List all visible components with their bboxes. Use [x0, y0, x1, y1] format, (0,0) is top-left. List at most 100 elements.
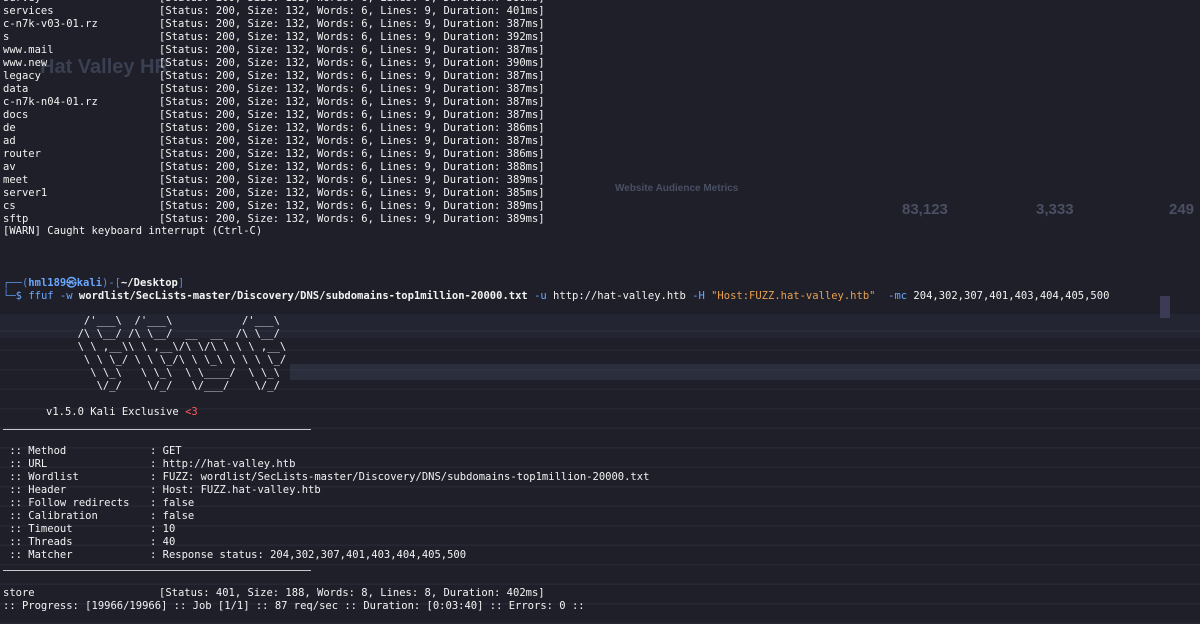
result-word: ad	[3, 135, 16, 147]
logo-line: \ \ \_/ \ \ \_/\ \ \_\ \ \ \ \_/	[46, 354, 287, 366]
result-line: de [Status: 200, Size: 132, Words: 6, Lin…	[3, 122, 545, 135]
result-status: [Status: 200, Size: 132, Words: 6, Lines…	[159, 96, 545, 108]
config-key: :: Wordlist	[3, 471, 79, 483]
config-value: : 40	[150, 536, 176, 548]
command-binary: ffuf	[28, 290, 54, 302]
config-key: :: Calibration	[3, 510, 98, 522]
config-value: : 10	[150, 523, 176, 535]
result-line: c-n7k-v03-01.rz [Status: 200, Size: 132, …	[3, 18, 545, 31]
divider-top	[3, 429, 311, 430]
flag-u: -u	[527, 290, 554, 302]
config-key: :: URL	[3, 458, 48, 470]
prompt-user: hml189㉿kali	[28, 277, 103, 289]
result-word: c-n7k-v03-01.rz	[3, 18, 98, 30]
divider-bottom	[3, 570, 311, 571]
heart-icon: <3	[185, 406, 198, 418]
result-word: cs	[3, 200, 16, 212]
prompt-line: ┌──(hml189㉿kali)-[~/Desktop]	[3, 277, 184, 290]
result-word: services	[3, 5, 54, 17]
config-row: :: Method: GET	[3, 445, 181, 458]
result-status: [Status: 200, Size: 132, Words: 6, Lines…	[159, 0, 545, 4]
terminal-window[interactable]: survey[Status: 200, Size: 132, Words: 6,…	[0, 0, 1200, 624]
result-status: [Status: 200, Size: 132, Words: 6, Lines…	[159, 44, 545, 56]
result-line: ad [Status: 200, Size: 132, Words: 6, Lin…	[3, 135, 545, 148]
config-row: :: Matcher: Response status: 204,302,307…	[3, 549, 466, 562]
config-value: : false	[150, 497, 195, 509]
config-row: :: Wordlist : FUZZ: wordlist/SecLists-mas…	[3, 471, 649, 484]
result-status: [Status: 200, Size: 132, Words: 6, Lines…	[159, 109, 545, 121]
result-word: legacy	[3, 70, 41, 82]
config-row: :: Calibration : false	[3, 510, 194, 523]
result-word: server1	[3, 187, 48, 199]
result-word: router	[3, 148, 41, 160]
result-status: [Status: 200, Size: 132, Words: 6, Lines…	[159, 187, 545, 199]
command-line[interactable]: └─$ ffuf -w wordlist/SecLists-master/Dis…	[3, 290, 1109, 303]
result-status: [Status: 200, Size: 132, Words: 6, Lines…	[159, 31, 545, 43]
result-status: [Status: 200, Size: 132, Words: 6, Lines…	[159, 200, 545, 212]
result-word: s	[3, 31, 10, 43]
config-value: : Host: FUZZ.hat-valley.htb	[150, 484, 321, 496]
result-line: s [Status: 200, Size: 132, Words: 6, Line…	[3, 31, 545, 44]
config-row: :: Threads : 40	[3, 536, 175, 549]
logo-line: \ \ ,__\\ \ ,__\/\ \/\ \ \ \ ,__\	[46, 341, 287, 353]
config-value: : false	[150, 510, 195, 522]
config-row: :: Timeout : 10	[3, 523, 175, 536]
prompt-corner-bottom: └─	[3, 290, 16, 302]
prompt-separator: )-[	[102, 277, 121, 289]
result-status: [Status: 200, Size: 132, Words: 6, Lines…	[159, 161, 545, 173]
result-line: www.mail [Status: 200, Size: 132, Words: …	[3, 44, 545, 57]
result-line: docs [Status: 200, Size: 132, Words: 6, L…	[3, 109, 545, 122]
final-result-status: [Status: 401, Size: 188, Words: 8, Lines…	[159, 587, 545, 599]
result-line: services [Status: 200, Size: 132, Words: …	[3, 5, 545, 18]
config-key: :: Timeout	[3, 523, 73, 535]
result-word: data	[3, 83, 29, 95]
config-row: :: Header: Host: FUZZ.hat-valley.htb	[3, 484, 321, 497]
result-line: cs [Status: 200, Size: 132, Words: 6, Lin…	[3, 200, 545, 213]
result-status: [Status: 200, Size: 132, Words: 6, Lines…	[159, 18, 545, 30]
config-key: :: Matcher	[3, 549, 73, 561]
config-key: :: Threads	[3, 536, 73, 548]
flag-w: -w	[53, 290, 79, 302]
version-line: v1.5.0 Kali Exclusive <3	[46, 406, 198, 419]
command-header: "Host:FUZZ.hat-valley.htb"	[711, 290, 876, 302]
command-wordlist: wordlist/SecLists-master/Discovery/DNS/s…	[78, 290, 528, 302]
logo-line: /\ \__/ /\ \__/ __ __ /\ \__/	[46, 328, 280, 340]
version-text: v1.5.0 Kali Exclusive	[46, 406, 186, 418]
prompt-corner-top: ┌──(	[3, 277, 29, 289]
prompt-path: ~/Desktop	[120, 277, 178, 289]
result-status: [Status: 200, Size: 132, Words: 6, Lines…	[159, 174, 545, 186]
config-row: :: URL : http://hat-valley.htb	[3, 458, 295, 471]
result-word: av	[3, 161, 16, 173]
final-result-line: store [Status: 401, Size: 188, Words: 8, …	[3, 587, 545, 600]
logo-line: \/_/ \/_/ \/___/ \/_/	[46, 380, 280, 392]
config-value: : http://hat-valley.htb	[150, 458, 296, 470]
result-line: av [Status: 200, Size: 132, Words: 6, Lin…	[3, 161, 545, 174]
result-status: [Status: 200, Size: 132, Words: 6, Lines…	[159, 70, 545, 82]
prompt-bracket-end: ]	[177, 277, 185, 289]
command-codes: 204,302,307,401,403,404,405,500	[913, 290, 1110, 302]
prompt-dollar: $	[15, 290, 29, 302]
result-status: [Status: 200, Size: 132, Words: 6, Lines…	[159, 57, 545, 69]
result-line: data [Status: 200, Size: 132, Words: 6, L…	[3, 83, 545, 96]
result-status: [Status: 200, Size: 132, Words: 6, Lines…	[159, 135, 545, 147]
result-line: c-n7k-n04-01.rz [Status: 200, Size: 132, …	[3, 96, 545, 109]
config-key: :: Method	[3, 445, 67, 457]
config-row: :: Follow redirects : false	[3, 497, 194, 510]
flag-h: -H	[685, 290, 712, 302]
config-key: :: Follow redirects	[3, 497, 130, 509]
result-line: www.new [Status: 200, Size: 132, Words: 6…	[3, 57, 545, 70]
result-status: [Status: 200, Size: 132, Words: 6, Lines…	[159, 83, 545, 95]
config-value: : FUZZ: wordlist/SecLists-master/Discove…	[150, 471, 650, 483]
result-line: router [Status: 200, Size: 132, Words: 6,…	[3, 148, 545, 161]
logo-line: /'___\ /'___\ /'___\	[46, 315, 280, 327]
result-status: [Status: 200, Size: 132, Words: 6, Lines…	[159, 5, 545, 17]
result-status: [Status: 200, Size: 132, Words: 6, Lines…	[159, 213, 545, 225]
command-url: http://hat-valley.htb	[553, 290, 686, 302]
result-word: de	[3, 122, 16, 134]
progress-line: :: Progress: [19966/19966] :: Job [1/1] …	[3, 600, 585, 612]
warn-line: [WARN] Caught keyboard interrupt (Ctrl-C…	[3, 225, 263, 237]
result-status: [Status: 200, Size: 132, Words: 6, Lines…	[159, 122, 545, 134]
result-line: meet [Status: 200, Size: 132, Words: 6, L…	[3, 174, 545, 187]
result-word: c-n7k-n04-01.rz	[3, 96, 98, 108]
result-word: meet	[3, 174, 29, 186]
